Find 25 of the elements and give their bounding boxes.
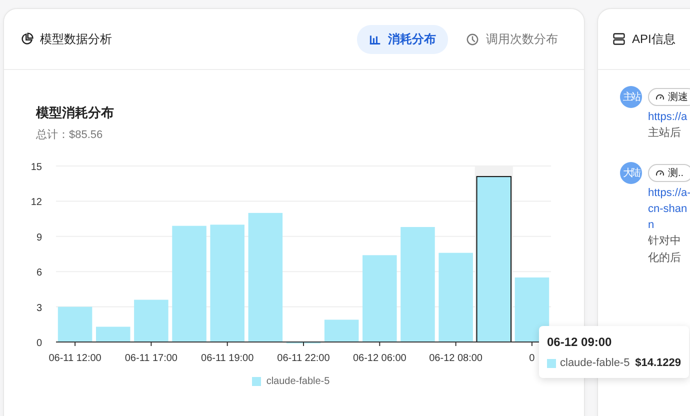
y-tick-label: 6 [36,268,42,279]
chart-title: 模型消耗分布 [34,104,115,122]
x-tick-label: 06-11 17:00 [124,353,178,364]
y-tick-label: 15 [30,162,42,173]
x-tick-label: 06-11 22:00 [277,353,330,364]
description-text: 针对中 [648,234,682,249]
x-tick-label: 06-12 08:00 [429,353,482,364]
series-value: $14.1229 [635,357,681,369]
description-text: 主站后 [648,126,682,141]
panel-title: 模型数据分析 [40,30,112,48]
chart-total: 总计：$85.56 [35,128,104,142]
x-tick-label: 0 [529,353,535,364]
y-tick-label: 9 [36,232,42,244]
x-tick-label: 06-11 19:00 [201,353,254,364]
y-tick-label: 3 [36,302,42,314]
panel-title: API信息 [632,30,676,48]
avatar-badge: 主站 [620,86,642,108]
series-name: claude-fable-5 [560,357,631,369]
description-text: 化的后 [648,251,682,266]
y-tick-label: 0 [36,338,42,349]
avatar-badge: 大陆 [620,162,642,184]
x-tick-label: 06-11 12:00 [48,353,102,364]
y-tick-label: 12 [30,197,42,208]
x-tick-label: 06-12 06:00 [352,353,406,364]
tooltip-title: 06-12 09:00 [547,335,613,349]
